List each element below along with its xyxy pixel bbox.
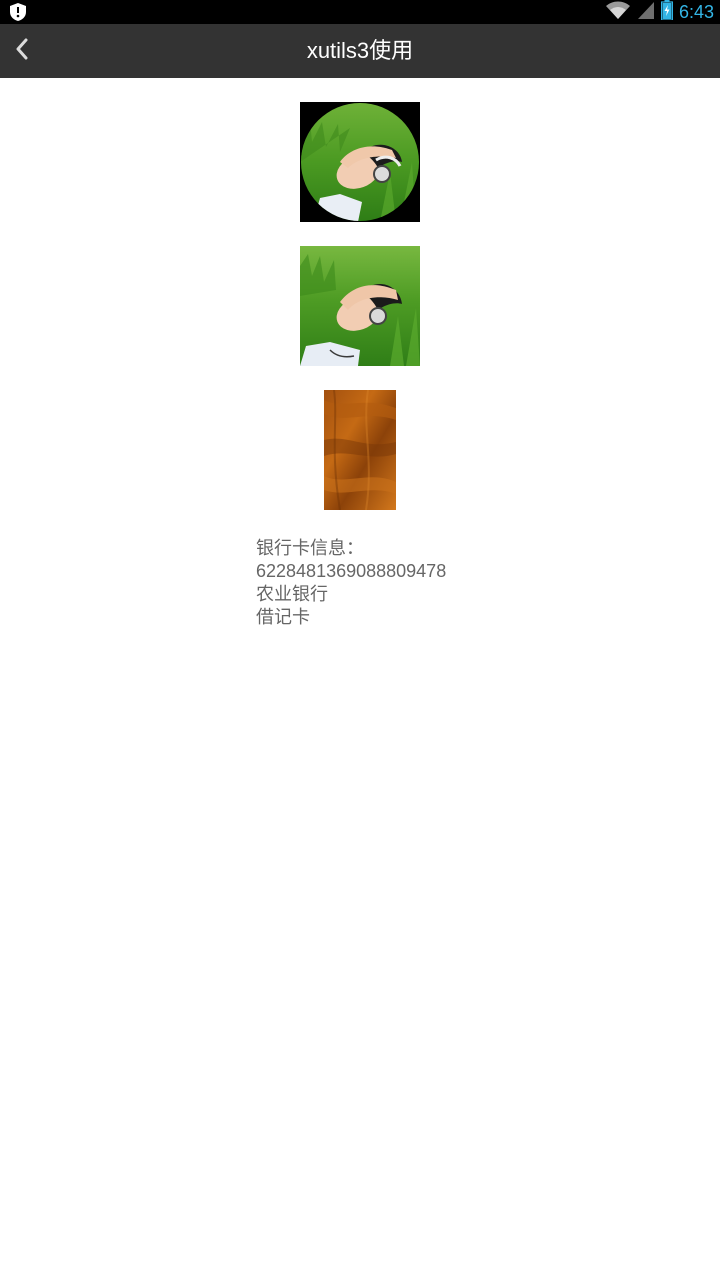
signal-icon: [637, 0, 655, 24]
card-type: 借记卡: [256, 607, 310, 627]
card-number: 6228481369088809478: [256, 561, 447, 581]
action-bar: xutils3使用: [0, 24, 720, 78]
card-info-label: 银行卡信息：: [256, 538, 364, 558]
back-button[interactable]: [0, 24, 44, 78]
wifi-icon: [605, 0, 631, 24]
shield-notification-icon: [8, 2, 28, 22]
fur-texture-image: [324, 390, 396, 510]
battery-charging-icon: [660, 0, 674, 24]
status-bar: 6:43: [0, 0, 720, 24]
circular-photo: [300, 102, 420, 222]
page-title: xutils3使用: [306, 38, 414, 63]
bank-name: 农业银行: [256, 584, 328, 604]
square-photo: [300, 246, 420, 366]
bank-card-info: 银行卡信息： 6228481369088809478 农业银行 借记卡: [256, 537, 446, 629]
status-time: 6:43: [678, 2, 714, 22]
back-arrow-icon[interactable]: [15, 38, 29, 64]
